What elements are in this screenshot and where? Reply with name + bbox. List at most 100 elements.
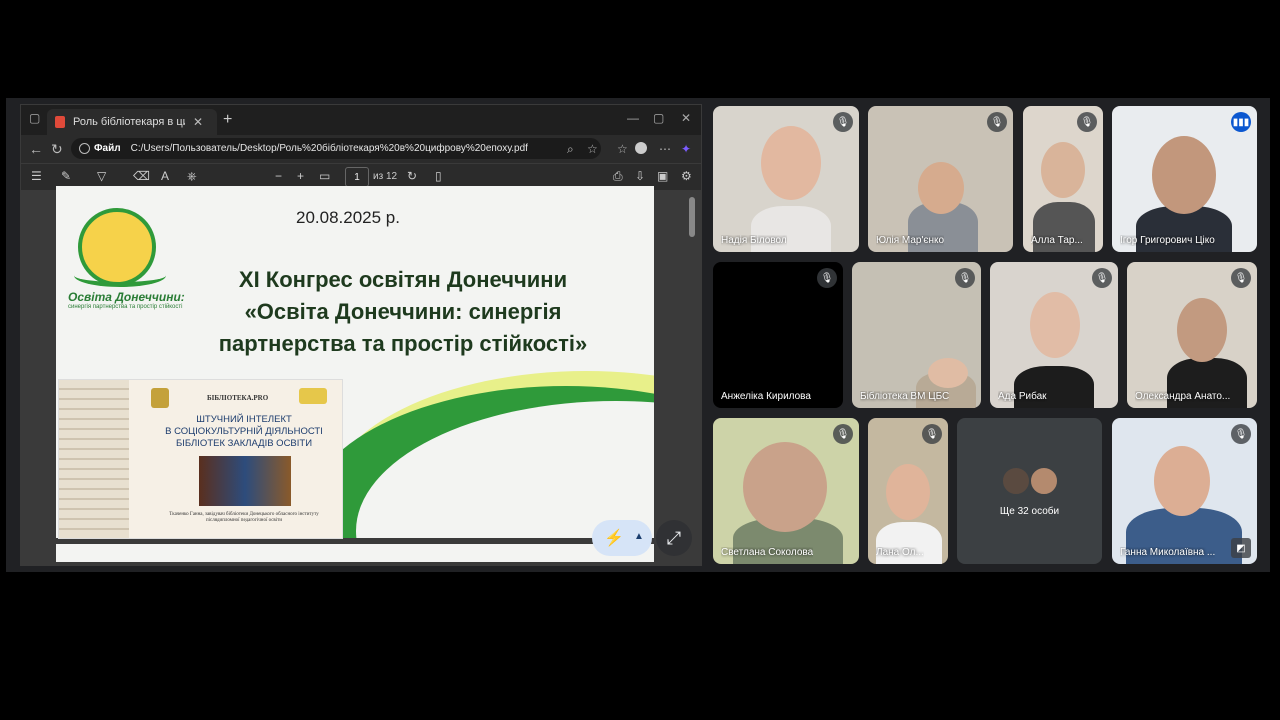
participant-tile[interactable]: 🎙 Ада Рибак [990, 262, 1118, 408]
inset-title-line1: ШТУЧНИЙ ІНТЕЛЕКТ [196, 414, 292, 425]
mic-off-icon: 🎙 [833, 112, 853, 132]
participant-tile[interactable]: 🎙 Юлія Мар'єнко [868, 106, 1013, 252]
profile-avatar-icon[interactable] [635, 142, 647, 154]
inset-title-line2: В СОЦІОКУЛЬТУРНІЙ ДІЯЛЬНОСТІ [165, 426, 323, 437]
mic-off-icon: 🎙 [1231, 424, 1251, 444]
address-row: ← ↻ Файл C:/Users/Пользователь/Desktop/Р… [21, 135, 701, 163]
participant-tile[interactable]: 🎙 Анжеліка Кирилова [713, 262, 843, 408]
page-view-icon[interactable]: ▯ [435, 169, 442, 183]
participant-head [761, 126, 821, 200]
ai-book-image [199, 456, 291, 506]
expand-icon[interactable]: ⤢ [656, 520, 692, 556]
zoom-icon[interactable]: ⌕ [567, 142, 574, 157]
zoom-out-icon[interactable]: − [275, 169, 282, 183]
participant-name: Юлія Мар'єнко [876, 235, 945, 246]
participant-name: Ігор Григорович Ціко [1120, 235, 1215, 246]
settings-icon[interactable]: ⚙ [681, 169, 692, 183]
inset-title-line3: БІБЛІОТЕК ЗАКЛАДІВ ОСВІТИ [175, 438, 313, 449]
copilot-icon[interactable]: ✦ [681, 142, 691, 156]
window-menu-icon[interactable]: ▢ [29, 111, 40, 125]
participant-tile[interactable]: 🎙 Олександра Анато... [1127, 262, 1257, 408]
participant-head [1030, 292, 1080, 358]
contents-icon[interactable]: ☰ [31, 169, 42, 183]
add-text-icon[interactable]: A [161, 169, 169, 183]
reactions-icon[interactable]: ⚡ [604, 528, 624, 548]
participant-name: Алла Тар... [1031, 235, 1083, 246]
presentation-inset: БІБЛІОТЕКА.PRO ШТУЧНИЙ ІНТЕЛЕКТ В СОЦІОК… [58, 379, 343, 539]
draw-icon[interactable]: ▽ [97, 169, 106, 183]
next-pdf-page [56, 544, 654, 562]
pin-icon[interactable]: ◩ [1231, 538, 1251, 558]
browser-tab[interactable]: Роль бібліотекаря в цифрову е ✕ [47, 109, 217, 135]
reload-icon[interactable]: ↻ [51, 141, 63, 158]
zoom-in-icon[interactable]: + [297, 169, 304, 183]
mic-off-icon: 🎙 [1092, 268, 1112, 288]
participant-head [886, 464, 930, 520]
page-total: из 12 [373, 171, 398, 182]
participant-name: Ада Рибак [998, 391, 1047, 402]
mic-off-icon: 🎙 [1231, 268, 1251, 288]
participant-head [743, 442, 827, 532]
participant-head [1152, 136, 1216, 214]
erase-icon[interactable]: ⌫ [133, 169, 150, 183]
speaking-indicator-icon: ▮▮▮ [1231, 112, 1251, 132]
floating-toolbar[interactable]: ⚡ ▲ [592, 520, 652, 556]
participant-name: Лана Ол... [876, 547, 924, 558]
print-icon[interactable]: ⎙ [613, 169, 623, 184]
participant-avatar [1029, 466, 1059, 496]
more-options-icon[interactable]: ⋯ [659, 142, 671, 156]
participant-tile[interactable]: 🎙 Лана Ол... [868, 418, 948, 564]
participant-avatar [1001, 466, 1031, 496]
address-url: C:/Users/Пользователь/Desktop/Роль%20біб… [130, 143, 528, 154]
address-bar[interactable]: Файл C:/Users/Пользователь/Desktop/Роль%… [71, 138, 601, 159]
info-icon[interactable] [79, 143, 90, 154]
slide-date: 20.08.2025 р. [296, 208, 400, 227]
slide-title-line2: «Освіта Донеччини: синергія [244, 299, 562, 324]
pdf-file-icon [55, 116, 65, 128]
logo-book-icon [74, 264, 166, 287]
participant-head [1154, 446, 1210, 516]
new-tab-icon[interactable]: + [223, 111, 232, 129]
save-icon[interactable]: ⇩ [635, 169, 645, 183]
participant-tile[interactable]: 🎙 Бібліотека ВМ ЦБС [852, 262, 981, 408]
participant-tile[interactable]: 🎙 ◩ Ганна Миколаївна ... [1112, 418, 1257, 564]
maximize-icon[interactable]: ▢ [653, 111, 664, 125]
participant-name: Светлана Соколова [721, 547, 814, 558]
highlight-icon[interactable]: ✎ [61, 169, 71, 183]
minimize-icon[interactable]: — [627, 111, 639, 125]
inset-title: ШТУЧНИЙ ІНТЕЛЕКТ В СОЦІОКУЛЬТУРНІЙ ДІЯЛЬ… [164, 414, 324, 450]
fit-page-icon[interactable]: ▭ [319, 169, 330, 183]
participant-tile[interactable]: 🎙 Алла Тар... [1023, 106, 1103, 252]
favorites-icon[interactable]: ☆ [617, 142, 628, 156]
save-as-icon[interactable]: ▣ [657, 169, 668, 183]
tab-bar: ▢ Роль бібліотекаря в цифрову е ✕ + — ▢ … [21, 105, 701, 135]
mic-off-icon: 🎙 [922, 424, 942, 444]
participant-tile[interactable]: 🎙 Светлана Соколова [713, 418, 859, 564]
address-scheme-label: Файл [94, 143, 121, 154]
close-tab-icon[interactable]: ✕ [193, 115, 203, 129]
vertical-scrollbar[interactable] [689, 197, 695, 237]
participant-tile[interactable]: ▮▮▮ Ігор Григорович Ціко [1112, 106, 1257, 252]
back-icon[interactable]: ← [29, 141, 43, 157]
read-aloud-icon[interactable]: ⎈ [187, 169, 197, 184]
participant-name: Олександра Анато... [1135, 391, 1231, 402]
page-number-input[interactable]: 1 [345, 167, 369, 187]
mic-off-icon: 🎙 [817, 268, 837, 288]
library-label: БІБЛІОТЕКА.PRO [207, 394, 269, 402]
others-count: Ще 32 особи [999, 506, 1060, 517]
participant-tile[interactable]: 🎙 Надія Біловол [713, 106, 859, 252]
close-window-icon[interactable]: ✕ [681, 111, 691, 125]
chevron-up-icon[interactable]: ▲ [634, 531, 644, 542]
participant-name: Бібліотека ВМ ЦБС [860, 391, 950, 402]
inset-author: Ткаченко Ганна, завідувач бібліотеки Дон… [169, 512, 319, 523]
favorite-star-icon[interactable]: ☆ [587, 142, 598, 156]
slide-title: ХІ Конгрес освітян Донеччини «Освіта Дон… [168, 264, 638, 360]
participant-head [928, 358, 968, 388]
rotate-icon[interactable]: ↻ [407, 169, 417, 183]
mic-off-icon: 🎙 [987, 112, 1007, 132]
participant-name: Анжеліка Кирилова [721, 391, 811, 402]
slide-title-line3: партнерства та простір стійкості» [218, 331, 588, 356]
region-emblem-icon [151, 388, 169, 408]
books-image [59, 380, 129, 538]
others-tile[interactable]: Ще 32 особи [957, 418, 1102, 564]
